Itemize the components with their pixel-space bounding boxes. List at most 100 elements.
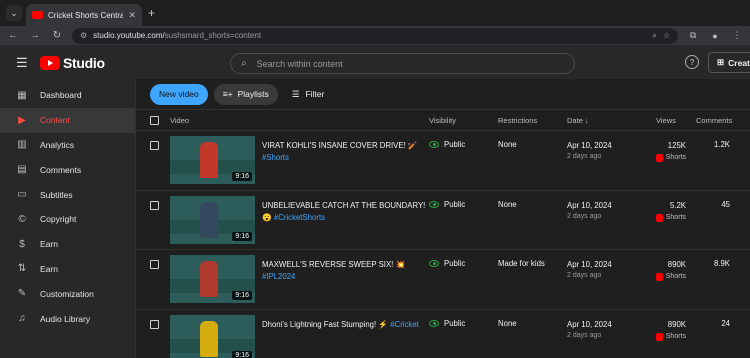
sidebar-item-label: Copyright	[40, 214, 77, 225]
row-checkbox[interactable]	[150, 319, 159, 329]
reload-icon[interactable]: ↻	[50, 30, 64, 41]
comments-cell[interactable]: 24	[696, 319, 730, 328]
sidebar-item-dashboard[interactable]: ▦ Dashboard	[0, 83, 135, 108]
views-cell: 5.2K Shorts	[641, 200, 686, 226]
comments-icon: ▤	[17, 164, 27, 176]
playlists-button[interactable]: ≡+ Playlists	[213, 83, 278, 105]
browser-tab[interactable]: Cricket Shorts Central ✕	[26, 4, 142, 26]
help-icon[interactable]: ?	[685, 55, 699, 69]
hashtag-link[interactable]: #Cricket	[390, 320, 419, 329]
player-figure	[200, 201, 218, 238]
video-duration: 9:16	[232, 291, 252, 300]
video-duration: 9:16	[232, 231, 252, 241]
playlist-add-icon: ≡+	[222, 89, 233, 99]
player-figure	[200, 320, 218, 357]
sidebar-item-comments[interactable]: ▤ Comments	[0, 157, 135, 182]
video-thumbnail[interactable]: 9:16	[170, 136, 255, 184]
tab-title: Cricket Shorts Central	[48, 10, 124, 20]
header-restrictions[interactable]: Restrictions	[498, 116, 537, 125]
video-thumbnail[interactable]: 9:16	[170, 195, 255, 244]
visibility-cell[interactable]: Public	[429, 319, 465, 328]
sidebar-item-subtitles[interactable]: ▭ Subtitles	[0, 182, 135, 207]
search-input[interactable]: ⌕ Search within content	[230, 53, 575, 74]
sidebar-item-customization[interactable]: ✎ Customization	[0, 281, 135, 306]
sidebar-item-earn[interactable]: ⇅ Earn	[0, 257, 135, 282]
filter-button[interactable]: ☰ Filter	[292, 89, 325, 100]
bookmark-star-icon[interactable]: ☆	[663, 31, 670, 40]
sidebar-item-audio-library[interactable]: ♫ Audio Library	[0, 306, 135, 331]
table-row[interactable]: 9:16 VIRAT KOHLI'S INSANE COVER DRIVE! 🏏 …	[136, 131, 750, 191]
date-cell: Apr 10, 2024 2 days ago	[567, 141, 612, 160]
search-icon: ⌕	[241, 58, 247, 69]
earn-icon: ⇅	[17, 263, 27, 275]
sidebar-item-copyright[interactable]: © Copyright	[0, 207, 135, 232]
table-row[interactable]: 9:16 UNBELIEVABLE CATCH AT THE BOUNDARY! …	[136, 191, 750, 250]
new-video-button[interactable]: New video	[150, 83, 208, 105]
sidebar-item-analytics[interactable]: ▥ Analytics	[0, 133, 135, 158]
content-icon: ▶	[18, 114, 26, 126]
shorts-icon	[655, 213, 663, 222]
sidebar-item-label: Audio Library	[40, 313, 91, 324]
video-title[interactable]: MAXWELL'S REVERSE SWEEP SIX! 💥 #IPL2024	[262, 259, 427, 283]
create-button[interactable]: ⊞ Create	[708, 52, 750, 73]
zoom-icon[interactable]: ⌕	[652, 31, 656, 41]
url-text: studio.youtube.com/sushsmard_shorts=cont…	[93, 31, 262, 40]
sort-down-icon: ↓	[584, 115, 589, 125]
hashtag-link[interactable]: #Shorts	[262, 153, 289, 162]
content-panel: New video ≡+ Playlists ☰ Filter Video Vi…	[136, 79, 750, 358]
comments-cell[interactable]: 1.2K	[696, 140, 730, 149]
video-thumbnail[interactable]: 9:16	[170, 314, 255, 358]
hashtag-link[interactable]: 😮 #CricketShorts	[262, 213, 325, 222]
tab-search-icon[interactable]: ⌄	[6, 5, 22, 21]
browser-menu-icon[interactable]: ⋮	[730, 30, 744, 41]
table-row[interactable]: 9:16 Dhoni's Lightning Fast Stumping! ⚡ #…	[136, 310, 750, 358]
video-title[interactable]: UNBELIEVABLE CATCH AT THE BOUNDARY! 😮 #C…	[262, 200, 427, 224]
row-checkbox[interactable]	[150, 260, 159, 269]
header-visibility[interactable]: Visibility	[429, 116, 456, 125]
site-info-icon[interactable]: ⚙	[80, 31, 87, 40]
views-cell: 890K Shorts	[641, 259, 686, 285]
sidebar-item-earn[interactable]: $ Earn	[0, 232, 135, 257]
header-date[interactable]: Date ↓	[567, 116, 589, 125]
studio-logo[interactable]: Studio	[40, 55, 105, 71]
date-cell: Apr 10, 2024 2 days ago	[567, 260, 612, 279]
logo-text: Studio	[63, 54, 105, 71]
sidebar-item-label: Earn	[40, 239, 58, 250]
video-thumbnail[interactable]: 9:16	[170, 255, 255, 303]
header-views[interactable]: Views	[656, 116, 676, 125]
profile-icon[interactable]: ●	[708, 31, 722, 41]
back-icon[interactable]: ←	[6, 30, 20, 41]
sidebar-item-content[interactable]: ▶ Content	[0, 107, 135, 133]
comments-cell[interactable]: 8.9K	[696, 259, 730, 268]
sidebar-item-label: Dashboard	[40, 90, 82, 101]
visibility-eye-icon	[429, 319, 439, 327]
new-tab-icon[interactable]: +	[148, 6, 155, 20]
sidebar-item-label: Comments	[40, 164, 82, 175]
earn-icon: $	[19, 238, 25, 250]
analytics-icon: ▥	[17, 139, 27, 151]
visibility-cell[interactable]: Public	[429, 140, 465, 149]
extensions-icon[interactable]: ⧉	[686, 30, 700, 41]
shorts-icon	[655, 332, 663, 341]
video-title[interactable]: Dhoni's Lightning Fast Stumping! ⚡ #Cric…	[262, 319, 427, 331]
video-title[interactable]: VIRAT KOHLI'S INSANE COVER DRIVE! 🏏 #Sho…	[262, 140, 427, 164]
table-row[interactable]: 9:16 MAXWELL'S REVERSE SWEEP SIX! 💥 #IPL2…	[136, 250, 750, 310]
visibility-cell[interactable]: Public	[429, 200, 465, 209]
restriction-cell: None	[498, 140, 517, 149]
visibility-cell[interactable]: Public	[429, 259, 465, 268]
video-table-body: 9:16 VIRAT KOHLI'S INSANE COVER DRIVE! 🏏 …	[136, 131, 750, 358]
sidebar-item-label: Subtitles	[40, 189, 73, 200]
hashtag-link[interactable]: #IPL2024	[262, 272, 295, 281]
restriction-cell: None	[498, 318, 517, 328]
views-cell: 125K Shorts	[641, 140, 686, 166]
row-checkbox[interactable]	[150, 200, 159, 210]
address-bar[interactable]: ⚙ studio.youtube.com/sushsmard_shorts=co…	[72, 27, 678, 44]
select-all-checkbox[interactable]	[150, 115, 159, 125]
menu-icon[interactable]: ☰	[16, 55, 34, 71]
browser-toolbar: ← → ↻ ⚙ studio.youtube.com/sushsmard_sho…	[0, 26, 750, 46]
comments-cell[interactable]: 45	[696, 200, 730, 209]
tab-close-icon[interactable]: ✕	[128, 10, 136, 21]
forward-icon[interactable]: →	[28, 30, 42, 41]
row-checkbox[interactable]	[150, 141, 159, 150]
header-comments[interactable]: Comments	[696, 116, 732, 125]
